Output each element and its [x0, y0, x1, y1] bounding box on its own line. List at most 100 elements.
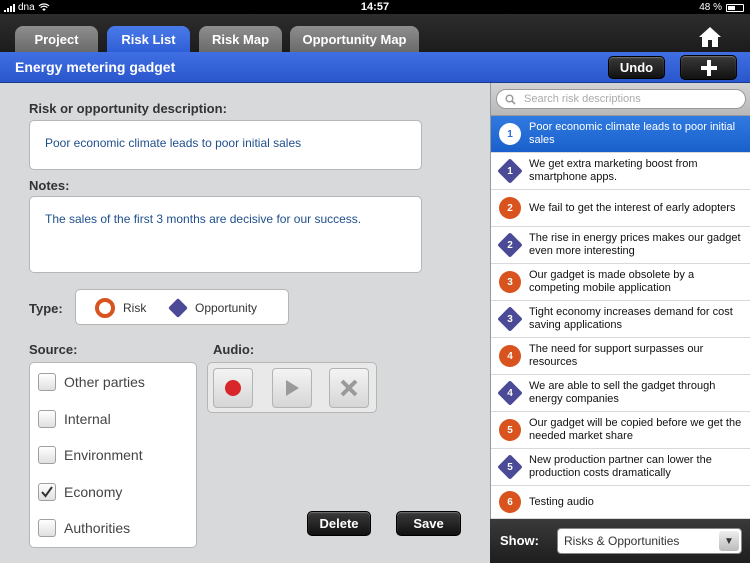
- list-item-text: New production partner can lower the pro…: [529, 454, 712, 479]
- source-authorities[interactable]: Authorities: [38, 519, 130, 537]
- type-label: Type:: [29, 301, 63, 316]
- search-bar: Search risk descriptions: [491, 83, 750, 116]
- type-opportunity-label: Opportunity: [195, 301, 258, 315]
- add-button[interactable]: [680, 55, 737, 80]
- description-value: Poor economic climate leads to poor init…: [45, 136, 302, 150]
- opportunity-marker-icon: 2: [499, 234, 521, 256]
- list-item[interactable]: 1 We get extra marketing boost from smar…: [491, 153, 750, 190]
- source-economy[interactable]: Economy: [38, 483, 122, 501]
- play-button[interactable]: [272, 368, 312, 408]
- list-item[interactable]: 1 Poor economic climate leads to poor in…: [491, 116, 750, 153]
- list-item[interactable]: 3 Our gadget is made obsolete by a compe…: [491, 264, 750, 301]
- opportunity-marker-icon: 4: [499, 382, 521, 404]
- notes-field[interactable]: The sales of the first 3 months are deci…: [29, 196, 422, 273]
- risk-marker-icon: 6: [499, 491, 521, 513]
- audio-controls: [207, 362, 377, 413]
- tab-opportunity-map[interactable]: Opportunity Map: [290, 26, 419, 52]
- page-title: Energy metering gadget: [15, 59, 176, 75]
- tab-risk-list[interactable]: Risk List: [107, 26, 190, 52]
- type-selector: Risk Opportunity: [75, 289, 289, 325]
- type-risk-label: Risk: [123, 301, 147, 315]
- risk-marker-icon: 4: [499, 345, 521, 367]
- list-item[interactable]: 5 Our gadget will be copied before we ge…: [491, 412, 750, 449]
- tab-risk-map[interactable]: Risk Map: [199, 26, 282, 52]
- list-item-text: Poor economic climate leads to poor init…: [529, 121, 736, 146]
- risk-radio-icon: [95, 298, 115, 318]
- audio-label: Audio:: [213, 342, 255, 357]
- source-item-label: Authorities: [64, 520, 131, 536]
- notes-label: Notes:: [29, 178, 70, 193]
- opportunity-marker-icon: 1: [499, 160, 521, 182]
- source-internal[interactable]: Internal: [38, 410, 111, 428]
- checkbox[interactable]: [38, 373, 56, 391]
- plus-icon: [700, 59, 717, 76]
- list-item-text: Our gadget is made obsolete by a competi…: [529, 269, 695, 294]
- list-item[interactable]: 2 We fail to get the interest of early a…: [491, 190, 750, 227]
- list-item[interactable]: 6 Testing audio: [491, 486, 750, 519]
- status-bar: dna 14:57 48 %: [0, 0, 750, 14]
- record-button[interactable]: [213, 368, 253, 408]
- source-label: Source:: [29, 342, 78, 357]
- battery-percent: 48 %: [699, 2, 722, 13]
- search-icon: [505, 94, 516, 105]
- detail-form: Risk or opportunity description: Poor ec…: [0, 83, 490, 563]
- opportunity-diamond-icon: [168, 298, 188, 318]
- show-label: Show:: [500, 533, 539, 548]
- clock: 14:57: [360, 1, 390, 13]
- description-label: Risk or opportunity description:: [29, 101, 227, 116]
- list-item[interactable]: 4 We are able to sell the gadget through…: [491, 375, 750, 412]
- checkbox[interactable]: [38, 446, 56, 464]
- type-opportunity-option[interactable]: Opportunity: [166, 296, 257, 320]
- checkbox[interactable]: [38, 519, 56, 537]
- filter-bar: Show: Risks & Opportunities ▼: [490, 519, 750, 563]
- risk-list-panel: Search risk descriptions 1 Poor economic…: [490, 83, 750, 519]
- title-bar: Energy metering gadget Undo: [0, 52, 750, 83]
- risk-marker-icon: 3: [499, 271, 521, 293]
- search-input[interactable]: Search risk descriptions: [496, 89, 746, 109]
- list-item-text: Tight economy increases demand for cost …: [529, 306, 733, 331]
- battery-icon: [726, 3, 744, 12]
- close-icon: [340, 379, 358, 397]
- type-risk-option[interactable]: Risk: [94, 297, 146, 319]
- list-item-text: Testing audio: [529, 495, 594, 508]
- list-item-text: We are able to sell the gadget through e…: [529, 380, 716, 405]
- search-placeholder: Search risk descriptions: [524, 93, 641, 105]
- undo-button[interactable]: Undo: [608, 56, 665, 79]
- show-filter-select[interactable]: Risks & Opportunities ▼: [557, 528, 742, 554]
- list-item[interactable]: 4 The need for support surpasses our res…: [491, 338, 750, 375]
- chevron-down-icon: ▼: [719, 531, 739, 551]
- risk-marker-icon: 2: [499, 197, 521, 219]
- list-item[interactable]: 3 Tight economy increases demand for cos…: [491, 301, 750, 338]
- home-icon[interactable]: [698, 26, 722, 48]
- delete-button[interactable]: Delete: [307, 511, 371, 536]
- save-button[interactable]: Save: [396, 511, 461, 536]
- delete-audio-button[interactable]: [329, 368, 369, 408]
- list-item-text: We fail to get the interest of early ado…: [529, 201, 736, 214]
- source-item-label: Internal: [64, 411, 111, 427]
- tab-project[interactable]: Project: [15, 26, 98, 52]
- description-field[interactable]: Poor economic climate leads to poor init…: [29, 120, 422, 170]
- source-item-label: Environment: [64, 447, 143, 463]
- show-filter-value: Risks & Opportunities: [564, 534, 680, 548]
- checkbox[interactable]: [38, 410, 56, 428]
- tab-bar: Project Risk List Risk Map Opportunity M…: [0, 14, 750, 52]
- source-other-parties[interactable]: Other parties: [38, 373, 145, 391]
- checkbox-checked[interactable]: [38, 483, 56, 501]
- risk-marker-icon: 5: [499, 419, 521, 441]
- source-item-label: Other parties: [64, 374, 145, 390]
- play-icon: [286, 380, 299, 396]
- risk-marker-icon: 1: [499, 123, 521, 145]
- list-item[interactable]: 2 The rise in energy prices makes our ga…: [491, 227, 750, 264]
- list-item-text: The need for support surpasses our resou…: [529, 343, 704, 368]
- source-list: Other parties Internal Environment Econo…: [29, 362, 197, 548]
- source-environment[interactable]: Environment: [38, 446, 143, 464]
- list-item-text: We get extra marketing boost from smartp…: [529, 158, 698, 183]
- source-item-label: Economy: [64, 484, 123, 500]
- list-item-text: The rise in energy prices makes our gadg…: [529, 232, 741, 257]
- record-icon: [225, 380, 241, 396]
- list-item-text: Our gadget will be copied before we get …: [529, 417, 742, 442]
- opportunity-marker-icon: 3: [499, 308, 521, 330]
- list-item[interactable]: 5 New production partner can lower the p…: [491, 449, 750, 486]
- battery-indicator: 48 %: [699, 2, 744, 13]
- opportunity-marker-icon: 5: [499, 456, 521, 478]
